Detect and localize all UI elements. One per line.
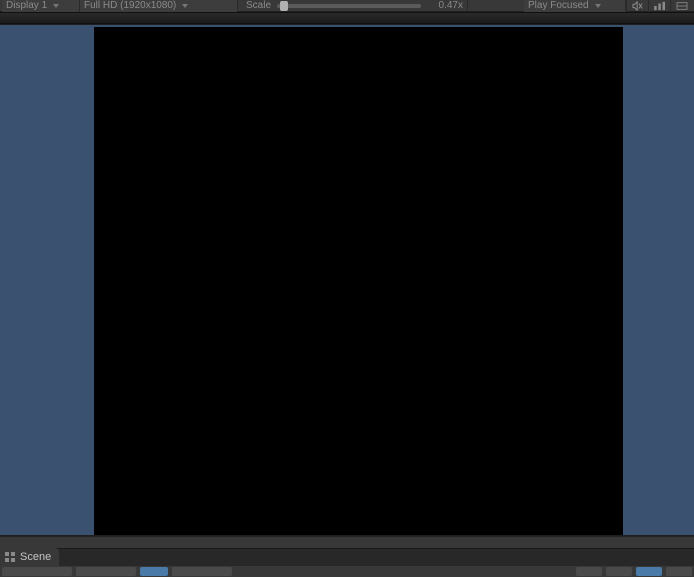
scale-value: 0.47x <box>429 0 467 11</box>
resolution-dropdown[interactable]: Full HD (1920x1080) <box>80 0 238 12</box>
game-viewport <box>0 24 694 536</box>
tab-scene[interactable]: Scene <box>0 548 59 566</box>
scale-slider-handle[interactable] <box>280 1 288 11</box>
chevron-down-icon <box>53 4 59 8</box>
resolution-dropdown-label: Full HD (1920x1080) <box>84 0 176 11</box>
gizmos-icon <box>675 1 689 11</box>
game-toolbar: Display 1 Full HD (1920x1080) Scale 0.47… <box>0 0 694 12</box>
scene-icon <box>4 551 16 563</box>
scale-control: Scale 0.47x <box>238 0 468 11</box>
tab-scene-label: Scene <box>20 551 51 563</box>
display-dropdown-label: Display 1 <box>6 0 47 11</box>
play-mode-dropdown[interactable]: Play Focused <box>524 0 626 12</box>
game-render-output <box>94 27 623 535</box>
scene-toolbar-segment[interactable] <box>666 567 692 576</box>
scene-toolbar-segment[interactable] <box>606 567 632 576</box>
stats-icon <box>653 1 667 11</box>
scene-toolbar-segment[interactable] <box>172 567 232 576</box>
display-dropdown[interactable]: Display 1 <box>2 0 80 12</box>
scale-label: Scale <box>246 0 271 11</box>
viewport-bottom-divider <box>0 536 694 548</box>
audio-mute-icon <box>631 1 645 11</box>
scale-slider[interactable] <box>277 4 421 8</box>
tab-strip: Scene <box>0 548 694 566</box>
chevron-down-icon <box>182 4 188 8</box>
chevron-down-icon <box>595 4 601 8</box>
scene-toolbar-segment[interactable] <box>2 567 72 576</box>
scene-toolbar-segment[interactable] <box>576 567 602 576</box>
scene-toolbar-segment[interactable] <box>636 567 662 576</box>
mute-audio-button[interactable] <box>626 0 648 12</box>
toolbar-divider <box>0 12 694 24</box>
play-mode-label: Play Focused <box>528 0 589 11</box>
stats-button[interactable] <box>648 0 670 12</box>
scene-toolbar-segment[interactable] <box>76 567 136 576</box>
scene-toolbar-2d-toggle[interactable] <box>140 567 168 576</box>
scene-toolbar <box>0 566 694 577</box>
gizmos-button[interactable] <box>670 0 692 12</box>
